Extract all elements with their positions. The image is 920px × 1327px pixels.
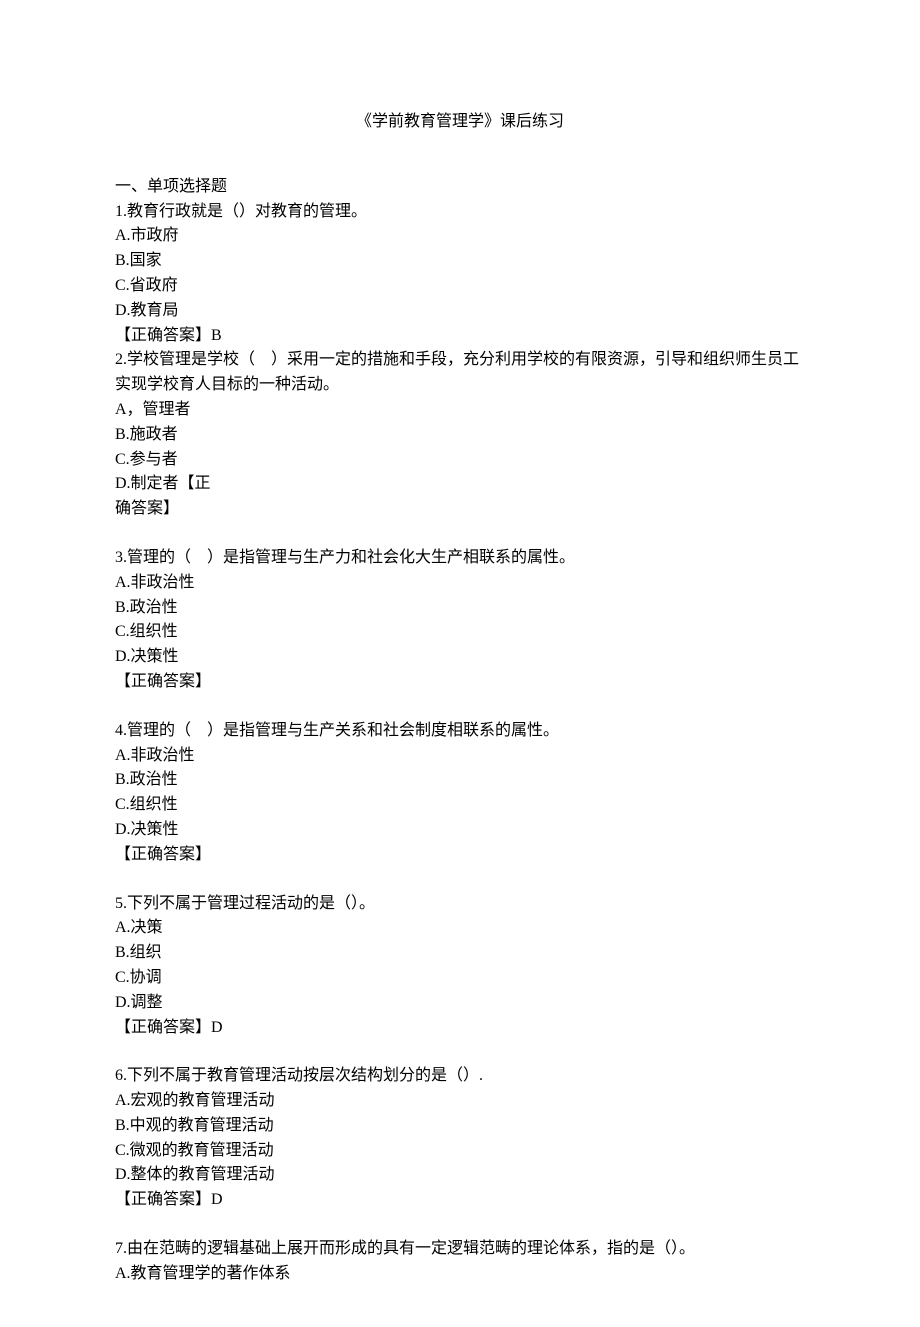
question-block: 4.管理的（ ）是指管理与生产关系和社会制度相联系的属性。A.非政治性B.政治性…: [115, 719, 805, 868]
page-title: 《学前教育管理学》课后练习: [115, 110, 805, 135]
question-option: A，管理者: [115, 398, 805, 423]
question-option: C.组织性: [115, 620, 805, 645]
question-block: 5.下列不属于管理过程活动的是（）。A.决策B.组织C.协调D.调整【正确答案】…: [115, 892, 805, 1041]
question-stem: 5.下列不属于管理过程活动的是（）。: [115, 892, 805, 917]
question-option: D.决策性: [115, 818, 805, 843]
question-block: 6.下列不属于教育管理活动按层次结构划分的是（）.A.宏观的教育管理活动B.中观…: [115, 1064, 805, 1213]
question-stem: 4.管理的（ ）是指管理与生产关系和社会制度相联系的属性。: [115, 719, 805, 744]
question-option: B.施政者: [115, 423, 805, 448]
question-stem: 2.学校管理是学校（ ）采用一定的措施和手段，充分利用学校的有限资源，引导和组织…: [115, 348, 805, 398]
section-heading: 一、单项选择题: [115, 175, 805, 200]
question-option: A.非政治性: [115, 744, 805, 769]
question-option: C.协调: [115, 966, 805, 991]
question-stem: 1.教育行政就是（）对教育的管理。: [115, 200, 805, 225]
question-stem: 7.由在范畴的逻辑基础上展开而形成的具有一定逻辑范畴的理论体系，指的是（）。: [115, 1237, 805, 1262]
question-option: A.非政治性: [115, 571, 805, 596]
question-option: D.整体的教育管理活动: [115, 1163, 805, 1188]
question-block: 7.由在范畴的逻辑基础上展开而形成的具有一定逻辑范畴的理论体系，指的是（）。A.…: [115, 1237, 805, 1287]
question-option: A.宏观的教育管理活动: [115, 1089, 805, 1114]
question-option: D.决策性: [115, 645, 805, 670]
question-option: B.组织: [115, 941, 805, 966]
question-answer: 【正确答案】D: [115, 1016, 805, 1041]
question-option: B.中观的教育管理活动: [115, 1114, 805, 1139]
question-option: C.微观的教育管理活动: [115, 1139, 805, 1164]
question-block: 2.学校管理是学校（ ）采用一定的措施和手段，充分利用学校的有限资源，引导和组织…: [115, 348, 805, 522]
question-option: B.政治性: [115, 596, 805, 621]
question-answer: 【正确答案】: [115, 670, 805, 695]
question-option: C.参与者: [115, 448, 805, 473]
question-option: D.制定者【正: [115, 472, 805, 497]
question-stem: 6.下列不属于教育管理活动按层次结构划分的是（）.: [115, 1064, 805, 1089]
question-option: C.组织性: [115, 793, 805, 818]
question-option: A.决策: [115, 916, 805, 941]
question-block: 1.教育行政就是（）对教育的管理。A.市政府B.国家C.省政府D.教育局【正确答…: [115, 200, 805, 349]
question-answer: 【正确答案】D: [115, 1188, 805, 1213]
question-option: C.省政府: [115, 274, 805, 299]
question-answer: 【正确答案】B: [115, 324, 805, 349]
question-option: A.教育管理学的著作体系: [115, 1262, 805, 1287]
question-answer: 【正确答案】: [115, 843, 805, 868]
question-option: A.市政府: [115, 224, 805, 249]
question-option: D.教育局: [115, 299, 805, 324]
question-stem: 3.管理的（ ）是指管理与生产力和社会化大生产相联系的属性。: [115, 546, 805, 571]
question-block: 3.管理的（ ）是指管理与生产力和社会化大生产相联系的属性。A.非政治性B.政治…: [115, 546, 805, 695]
question-option: B.政治性: [115, 768, 805, 793]
question-option: B.国家: [115, 249, 805, 274]
question-option: 确答案】: [115, 497, 805, 522]
question-option: D.调整: [115, 991, 805, 1016]
questions-container: 1.教育行政就是（）对教育的管理。A.市政府B.国家C.省政府D.教育局【正确答…: [115, 200, 805, 1287]
